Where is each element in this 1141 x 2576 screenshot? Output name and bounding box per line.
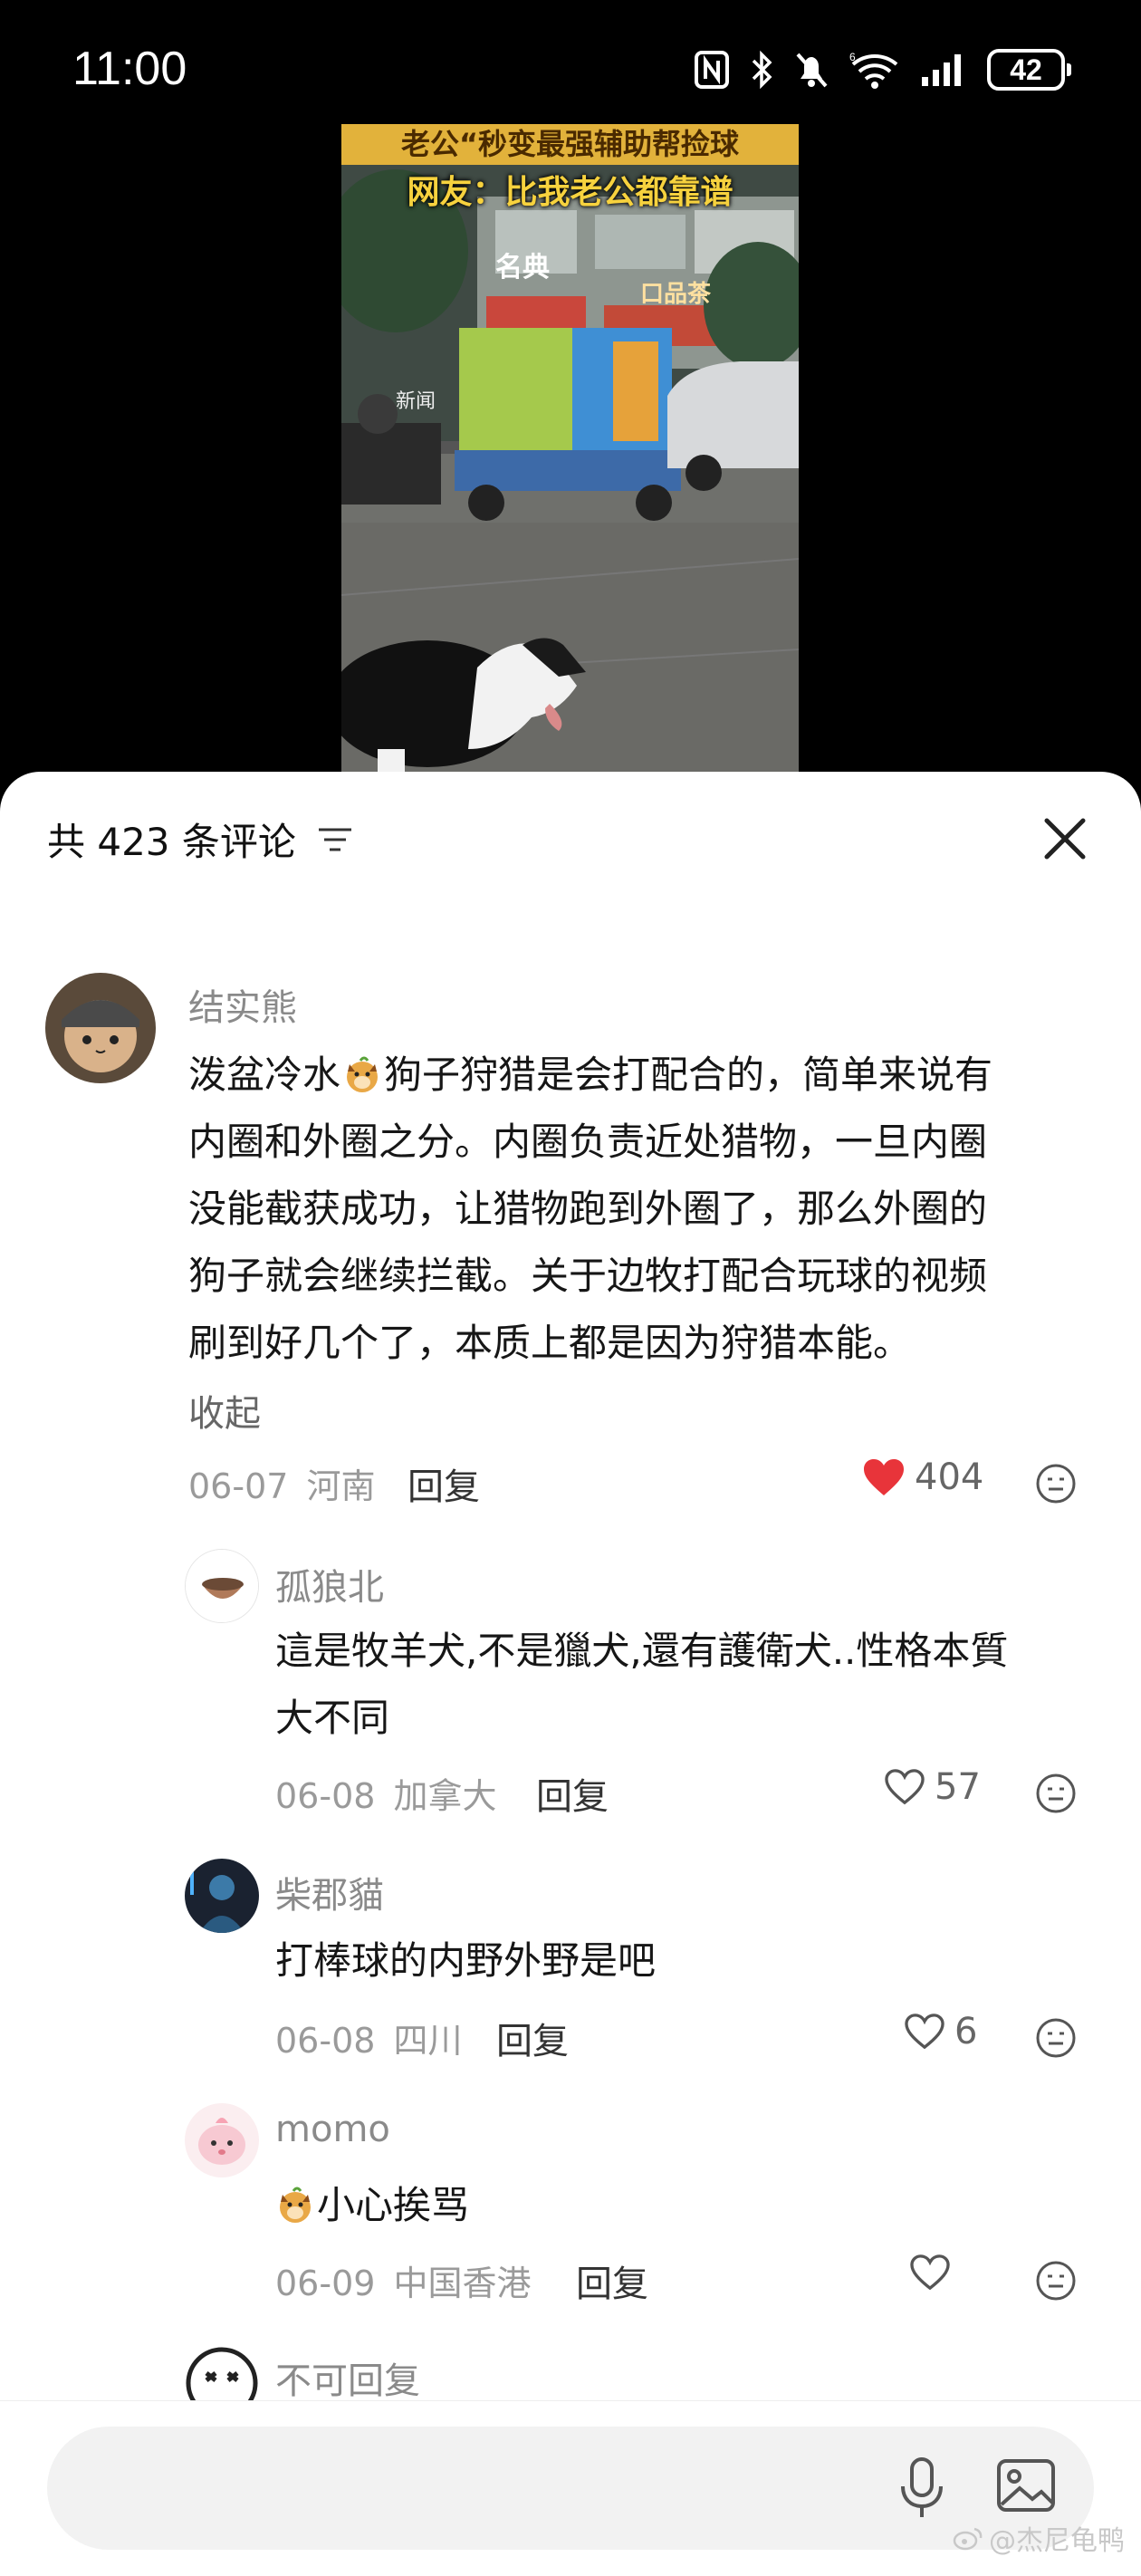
- comment-text: 這是牧羊犬,不是獵犬,還有護衛犬..性格本質 大不同: [275, 1618, 1008, 1752]
- dog-face-emoji-icon: [347, 1056, 379, 1092]
- comment-date: 06-08: [275, 1776, 376, 1816]
- avatar[interactable]: [185, 2103, 259, 2177]
- image-picker-icon[interactable]: [994, 2454, 1058, 2517]
- comment-date: 06-08: [275, 2021, 376, 2061]
- night-figure-avatar-image: [185, 1859, 259, 1933]
- heart-outline-icon: [885, 1769, 925, 1805]
- sort-filter-icon[interactable]: [317, 826, 353, 853]
- status-bar: 11:00 6 42: [0, 0, 1141, 136]
- video-player[interactable]: 老公“秒变最强辅助帮捡球 网友：比我老公都靠谱 名典 口品茶 新闻: [341, 124, 799, 776]
- wifi-6-icon: 6: [849, 51, 898, 89]
- video-banner: 老公“秒变最强辅助帮捡球: [341, 124, 799, 165]
- like-count: 57: [935, 1766, 981, 1808]
- video-subtitle: 网友：比我老公都靠谱: [407, 174, 734, 211]
- comment-text-line: 小心挨骂: [275, 2172, 469, 2239]
- comment-author: 不可回复: [275, 2360, 420, 2402]
- microphone-icon[interactable]: [896, 2456, 947, 2521]
- comment-text: 小心挨骂: [275, 2172, 469, 2239]
- emoji-react-icon[interactable]: [1034, 1462, 1078, 1505]
- shop-sign: 名典: [495, 252, 550, 284]
- svg-text:6: 6: [849, 51, 856, 63]
- shop-sign-2: 口品茶: [640, 281, 712, 308]
- like-button[interactable]: [909, 2254, 951, 2292]
- pink-character-avatar-image: [185, 2103, 259, 2177]
- video-frame: [341, 124, 799, 776]
- video-watermark: 新闻: [396, 390, 436, 413]
- avatar[interactable]: [185, 1549, 259, 1623]
- reply-button[interactable]: 回复: [536, 1767, 609, 1820]
- bowl-avatar-image: [186, 1550, 258, 1622]
- watermark-text: @杰尼龟鸭: [989, 2525, 1125, 2557]
- comment-text-line: 没能截获成功，让猎物跑到外圈了，那么外圈的: [188, 1187, 988, 1231]
- heart-outline-icon: [905, 2014, 944, 2050]
- close-button[interactable]: [1036, 810, 1094, 868]
- comment-text-line: 大不同: [275, 1696, 390, 1740]
- mute-bell-icon: [796, 53, 828, 88]
- weibo-watermark: @杰尼龟鸭: [953, 2518, 1125, 2558]
- comment-meta: 06-08 加拿大: [275, 1768, 497, 1818]
- close-icon: [1044, 818, 1086, 860]
- comment-meta: 06-08 四川: [275, 2013, 463, 2062]
- like-count: 404: [915, 1456, 984, 1498]
- comment-author[interactable]: 孤狼北: [275, 1558, 384, 1610]
- nfc-icon: [695, 51, 729, 89]
- emoji-react-icon[interactable]: [1034, 2259, 1078, 2302]
- cat-helmet-avatar-image: [45, 973, 156, 1083]
- comment-author[interactable]: momo: [275, 2109, 390, 2150]
- comment-author[interactable]: 结实熊: [188, 978, 297, 1031]
- comment-meta: 06-07 河南: [188, 1458, 376, 1508]
- comment-author[interactable]: 柴郡貓: [275, 1866, 384, 1918]
- like-button[interactable]: 404: [862, 1456, 983, 1498]
- comment-location: 加拿大: [393, 1776, 497, 1816]
- comment-count: 共 423 条评论: [47, 820, 296, 864]
- comment-text: 打棒球的内野外野是吧: [275, 1927, 656, 1994]
- comment-text: 泼盆冷水 狗子狩猎是会打配合的，简单来说有 内圈和外圈之分。内圈负责近处猎物，一旦…: [188, 1042, 992, 1377]
- comment-text-line: 打棒球的内野外野是吧: [275, 1938, 657, 1983]
- collapse-link[interactable]: 收起: [188, 1384, 261, 1437]
- emoji-react-icon[interactable]: [1034, 2016, 1078, 2060]
- status-icons: 6 42: [694, 47, 1071, 92]
- emoji-react-icon[interactable]: [1034, 1772, 1078, 1815]
- like-button[interactable]: 6: [904, 2011, 977, 2052]
- avatar[interactable]: [185, 1859, 259, 1933]
- heart-filled-icon: [864, 1459, 904, 1495]
- comment-location: 河南: [306, 1466, 376, 1506]
- comment-input-bar: @杰尼龟鸭: [0, 2400, 1141, 2576]
- comment-text-line: 刷到好几个了，本质上都是因为狩猎本能。: [188, 1321, 912, 1365]
- comment-date: 06-09: [275, 2264, 376, 2303]
- comment-sheet: 共 423 条评论 结实熊 泼盆冷水 狗子狩猎是会打配合的，简单来说有 内圈和外…: [0, 772, 1141, 2576]
- like-count: 6: [954, 2011, 978, 2052]
- comment-date: 06-07: [188, 1466, 289, 1506]
- reply-button[interactable]: 回复: [576, 2254, 648, 2307]
- comment-location: 中国香港: [393, 2264, 532, 2303]
- signal-icon: [922, 54, 961, 86]
- reply-button[interactable]: 回复: [496, 2012, 569, 2064]
- heart-outline-icon: [910, 2254, 950, 2291]
- comment-text-line: 這是牧羊犬,不是獵犬,還有護衛犬..性格本質: [275, 1629, 1009, 1673]
- weibo-logo-icon: [953, 2527, 983, 2551]
- comment-text-line: 内圈和外圈之分。内圈负责近处猎物，一旦内圈: [188, 1120, 988, 1164]
- like-button[interactable]: 57: [884, 1766, 981, 1808]
- dog-face-emoji-icon: [280, 2187, 311, 2223]
- comment-text-line: 泼盆冷水 狗子狩猎是会打配合的，简单来说有: [188, 1053, 993, 1097]
- status-time: 11:00: [72, 43, 187, 95]
- avatar[interactable]: [45, 973, 156, 1083]
- reply-button[interactable]: 回复: [408, 1457, 480, 1510]
- battery-icon: 42: [987, 49, 1071, 91]
- comment-location: 四川: [393, 2021, 463, 2061]
- comment-text-line: 狗子就会继续拦截。关于边牧打配合玩球的视频: [188, 1254, 988, 1298]
- comment-meta: 06-09 中国香港: [275, 2255, 532, 2305]
- bluetooth-icon: [752, 50, 772, 90]
- comment-header: 共 423 条评论: [0, 772, 1141, 908]
